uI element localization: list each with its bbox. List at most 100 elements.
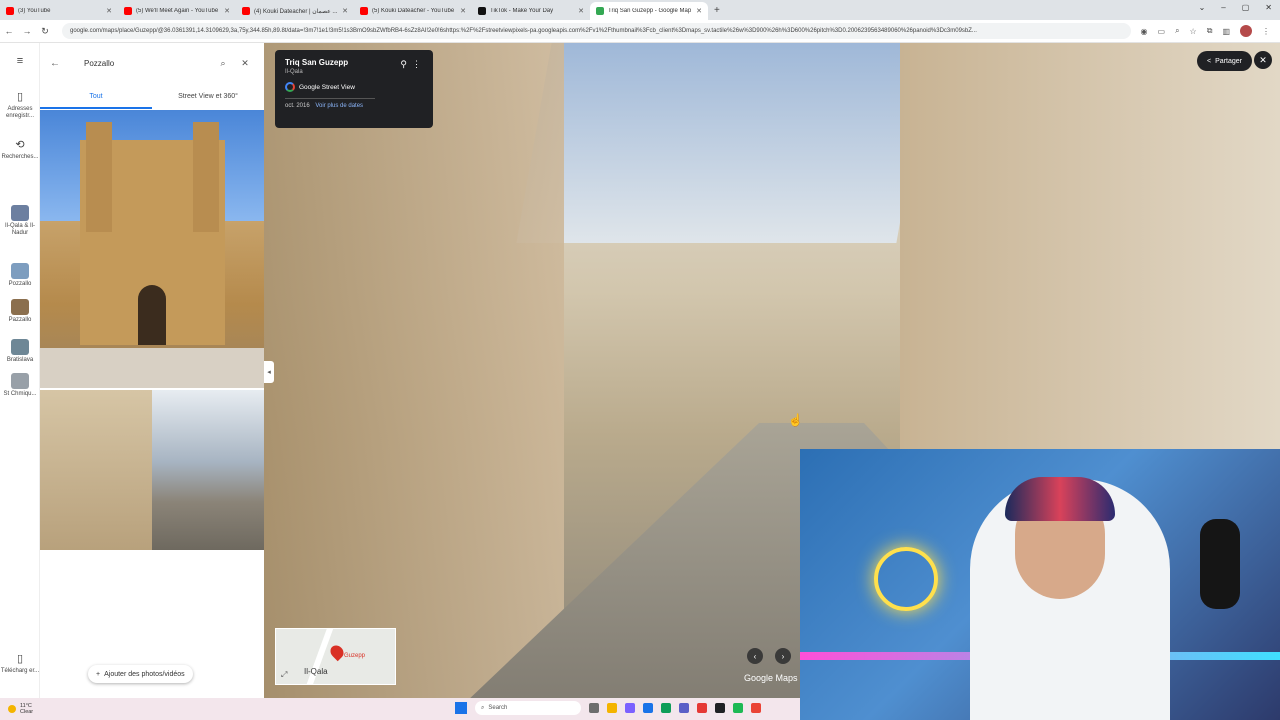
cast-icon[interactable]: ▭ bbox=[1158, 27, 1166, 36]
recent-place-thumbnail bbox=[11, 299, 29, 315]
neon-smiley-light bbox=[874, 547, 938, 611]
back-arrow-icon[interactable]: ← bbox=[50, 58, 70, 69]
expand-map-icon[interactable]: ⤢ bbox=[281, 670, 287, 680]
browser-tab[interactable]: (5) We'll Meet Again - YouTube ✕ bbox=[118, 2, 236, 20]
minimize-icon[interactable]: – bbox=[1221, 3, 1225, 12]
rail-item-label: Adresses enregistr... bbox=[5, 106, 34, 120]
tab-title: (5) We'll Meet Again - YouTube bbox=[136, 8, 219, 14]
address-bar: ← → ↻ google.com/maps/place/Guzepp/@36.0… bbox=[0, 20, 1280, 43]
minimap[interactable]: Guzepp Il-Qala ⤢ bbox=[275, 628, 396, 685]
taskbar-search-label: Search bbox=[488, 705, 508, 711]
browser-menu-icon[interactable]: ⋮ bbox=[1262, 27, 1270, 36]
back-icon[interactable]: ← bbox=[0, 26, 18, 36]
rail-item[interactable]: Pozzallo bbox=[0, 263, 40, 288]
pin-icon[interactable]: ⚲ bbox=[400, 59, 407, 70]
forward-icon[interactable]: → bbox=[18, 26, 36, 36]
taskbar-app-icon[interactable] bbox=[643, 703, 653, 713]
rail-item-label: Télécharg er... bbox=[0, 668, 40, 675]
date-navigation: ‹ › bbox=[747, 648, 791, 664]
rail-item-label: Recherches... bbox=[1, 154, 39, 161]
rail-item[interactable]: ▯ Adresses enregistr... bbox=[0, 91, 40, 121]
tab-favicon-icon bbox=[6, 7, 14, 15]
browser-tab[interactable]: (4) Kouki Dateacher | عصمان ... ✕ bbox=[236, 2, 354, 20]
taskbar-app-icon[interactable] bbox=[625, 703, 635, 713]
taskbar-app-icon[interactable] bbox=[589, 703, 599, 713]
close-tab-icon[interactable]: ✕ bbox=[460, 7, 466, 15]
reload-icon[interactable]: ↻ bbox=[36, 26, 54, 37]
weather-widget[interactable]: 11°C Clear bbox=[0, 703, 33, 715]
taskbar-app-icon[interactable] bbox=[607, 703, 617, 713]
rail-item[interactable]: ⟲ Recherches... bbox=[0, 139, 40, 161]
maximize-icon[interactable]: ▢ bbox=[1242, 3, 1250, 12]
tab-street-view[interactable]: Street View et 360° bbox=[152, 89, 264, 109]
taskbar-app-icon[interactable] bbox=[697, 703, 707, 713]
recent-place-thumbnail bbox=[11, 373, 29, 389]
tab-search-icon[interactable]: ⌄ bbox=[1199, 3, 1206, 12]
street-photo-2[interactable] bbox=[152, 390, 264, 550]
menu-icon[interactable]: ≡ bbox=[0, 55, 40, 70]
browser-tab[interactable]: TikTok - Make Your Day ✕ bbox=[472, 2, 590, 20]
tab-favicon-icon bbox=[478, 7, 486, 15]
close-tab-icon[interactable]: ✕ bbox=[224, 7, 230, 15]
recent-place-thumbnail bbox=[11, 339, 29, 355]
tab-favicon-icon bbox=[124, 7, 132, 15]
taskbar-search[interactable]: ⌕ Search bbox=[475, 701, 581, 715]
browser-tab[interactable]: Triq San Guzepp - Google Map ✕ bbox=[590, 2, 708, 20]
rail-item[interactable]: Il-Qala & Il-Nadur bbox=[0, 205, 40, 237]
close-window-icon[interactable]: ✕ bbox=[1265, 3, 1272, 12]
rail-item[interactable]: St Chmiqu... bbox=[0, 373, 40, 398]
new-tab-button[interactable]: + bbox=[714, 5, 720, 16]
church-facade bbox=[80, 122, 225, 345]
bookmark-icon: ▯ bbox=[16, 91, 24, 103]
search-box[interactable]: ← Pozzallo ⌕ ✕ bbox=[50, 51, 256, 75]
taskbar-app-icon[interactable] bbox=[679, 703, 689, 713]
add-photos-label: Ajouter des photos/vidéos bbox=[104, 670, 185, 678]
next-arrow-icon[interactable]: › bbox=[775, 648, 791, 664]
sidebar-icon[interactable]: ▥ bbox=[1222, 27, 1230, 36]
google-logo-icon bbox=[285, 82, 295, 92]
rail-item[interactable]: Pazzallo bbox=[0, 299, 40, 324]
star-icon[interactable]: ☆ bbox=[1190, 27, 1197, 36]
tab-title: (5) Kouki Dateacher - YouTube bbox=[372, 8, 455, 14]
more-dates-link[interactable]: Voir plus de dates bbox=[315, 103, 363, 109]
recent-place-thumbnail bbox=[11, 263, 29, 279]
taskbar-app-icon[interactable] bbox=[661, 703, 671, 713]
collapse-panel-button[interactable]: ◂ bbox=[264, 361, 274, 383]
tab-all[interactable]: Tout bbox=[40, 89, 152, 109]
taskbar-app-icon[interactable] bbox=[715, 703, 725, 713]
browser-tab[interactable]: (5) Kouki Dateacher - YouTube ✕ bbox=[354, 2, 472, 20]
taskbar-app-icon[interactable] bbox=[751, 703, 761, 713]
rail-item[interactable]: ▯ Télécharg er... bbox=[0, 653, 40, 675]
taskbar-app-icon[interactable] bbox=[733, 703, 743, 713]
date-label: oct. 2016 bbox=[285, 103, 310, 109]
profile-avatar[interactable] bbox=[1240, 25, 1252, 37]
close-tab-icon[interactable]: ✕ bbox=[106, 7, 112, 15]
add-photos-button[interactable]: + Ajouter des photos/vidéos bbox=[88, 665, 193, 683]
street-photo-1[interactable] bbox=[40, 390, 152, 550]
browser-tab[interactable]: (3) YouTube ✕ bbox=[0, 2, 118, 20]
close-tab-icon[interactable]: ✕ bbox=[342, 7, 348, 15]
previous-arrow-icon[interactable]: ‹ bbox=[747, 648, 763, 664]
history-icon: ⟲ bbox=[15, 139, 25, 151]
share-button[interactable]: < Partager bbox=[1197, 51, 1252, 71]
rail-item-label: Il-Qala & Il-Nadur bbox=[4, 223, 35, 237]
zoom-icon[interactable]: ⌕ bbox=[1175, 26, 1179, 36]
windows-start-icon[interactable] bbox=[455, 702, 467, 714]
os-taskbar: 11°C Clear ⌕ Search bbox=[0, 698, 800, 720]
more-options-icon[interactable]: ⋮ bbox=[412, 59, 421, 70]
url-field[interactable]: google.com/maps/place/Guzepp/@36.0361391… bbox=[62, 23, 1131, 39]
location-icon[interactable]: ◉ bbox=[1141, 27, 1148, 36]
church-photo[interactable] bbox=[40, 110, 264, 388]
close-tab-icon[interactable]: ✕ bbox=[696, 7, 702, 15]
tab-favicon-icon bbox=[596, 7, 604, 15]
clear-search-icon[interactable]: ✕ bbox=[234, 58, 256, 69]
close-tab-icon[interactable]: ✕ bbox=[578, 7, 584, 15]
search-input[interactable]: Pozzallo bbox=[70, 59, 212, 68]
extensions-icon[interactable]: ⧉ bbox=[1207, 26, 1213, 36]
search-icon[interactable]: ⌕ bbox=[212, 58, 234, 69]
search-icon: ⌕ bbox=[481, 704, 485, 711]
address-actions: ◉ ▭ ⌕ ☆ ⧉ ▥ ⋮ bbox=[1131, 25, 1280, 37]
rail-item[interactable]: Bratislava bbox=[0, 339, 40, 364]
rail-item-label: Bratislava bbox=[6, 357, 34, 363]
close-street-view-button[interactable]: ✕ bbox=[1254, 51, 1272, 69]
